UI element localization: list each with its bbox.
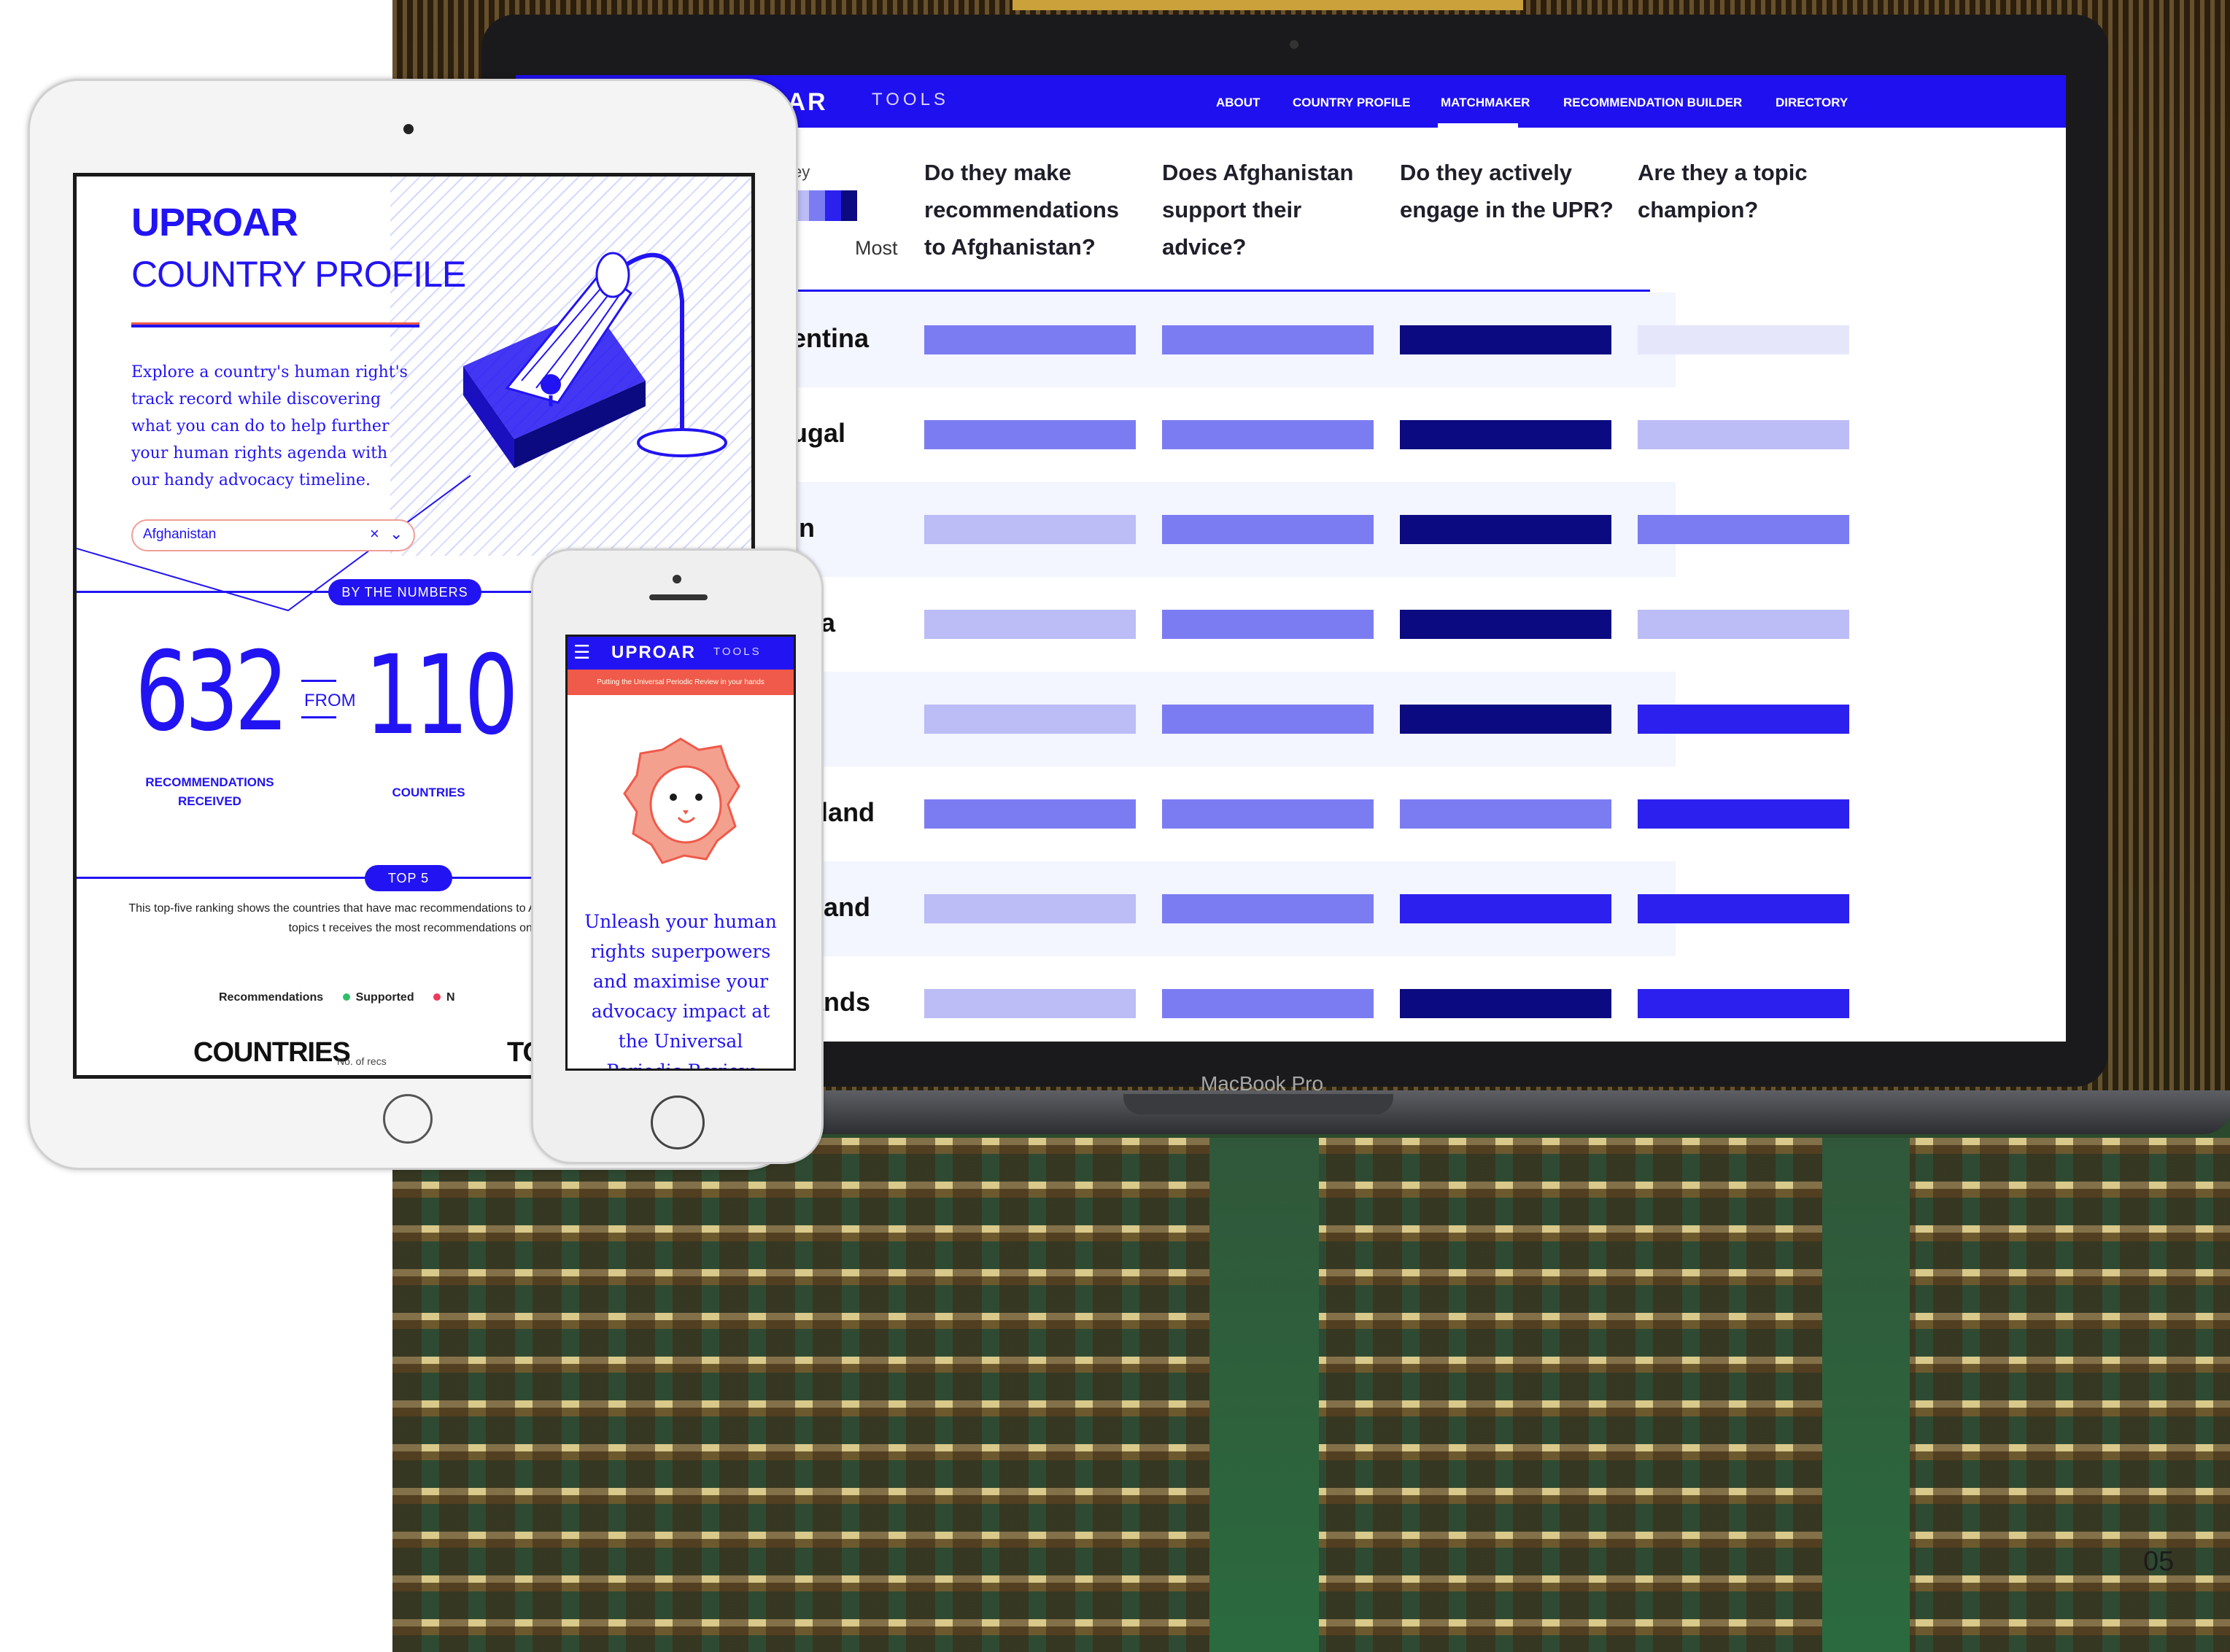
score-bar [1638,515,1849,544]
recommendations-label: RECOMMENDATIONS RECEIVED [131,773,288,811]
tablet-page-title: COUNTRY PROFILE [131,254,466,295]
laptop-camera [1290,40,1298,49]
score-bar [924,989,1136,1018]
country-select-value: Afghanistan [143,527,217,542]
score-bar [1162,610,1374,639]
score-bar [1162,515,1374,544]
phone-nav-bar: ☰ UPROAR TOOLS [568,637,794,670]
from-rule-bottom [301,716,336,718]
score-bar [1400,610,1611,639]
score-bar [1162,420,1374,449]
phone-home-button[interactable] [651,1095,705,1149]
score-bar [1638,989,1849,1018]
by-the-numbers-pill: BY THE NUMBERS [328,579,481,605]
phone-tools-label: TOOLS [713,645,762,658]
score-bar [1162,894,1374,923]
from-label: FROM [304,691,356,710]
phone-logo[interactable]: UPROAR [611,643,696,663]
score-bar [1400,420,1611,449]
score-bar [1400,515,1611,544]
phone-banner: Putting the Universal Periodic Review in… [568,670,794,695]
recommendations-label-line-1: RECOMMENDATIONS [145,775,274,789]
score-bar [1638,705,1849,734]
page-number: 05 [2143,1546,2175,1577]
country-name[interactable]: entina [791,323,869,354]
tablet-description: Explore a country's human right's track … [131,363,408,489]
tablet-home-button[interactable] [383,1094,433,1144]
title-rule [131,322,419,327]
countries-count: 110 [365,632,519,759]
lion-mascot-illustration [623,737,740,864]
score-bar [924,325,1136,354]
noted-dot-icon [433,993,441,1001]
laptop-hinge-notch [1123,1094,1393,1114]
score-bar [1162,705,1374,734]
countries-heading: COUNTRIES [193,1037,351,1068]
score-bar [924,610,1136,639]
score-bar [1638,799,1849,829]
score-bar [1638,325,1849,354]
country-name[interactable]: ugal [791,418,845,449]
score-bar [924,705,1136,734]
score-bar [1400,705,1611,734]
recommendations-label-line-2: RECEIVED [178,794,241,808]
gold-trim [1013,0,1523,10]
legend-noted: N [446,991,455,1004]
score-bar [1400,894,1611,923]
chevron-down-icon[interactable]: ⌄ [390,524,403,543]
aisle-right [1822,1138,1910,1652]
aisle-left [1209,1138,1319,1652]
score-bar [1162,325,1374,354]
score-bar [1400,989,1611,1018]
phone-speaker [649,594,708,600]
clear-icon[interactable]: × [370,524,379,543]
phone-camera [673,575,681,583]
score-bar [1638,894,1849,923]
top5-pill: TOP 5 [365,865,452,891]
tablet-brand: UPROAR [131,201,298,244]
recommendations-count: 632 [135,629,289,756]
tablet-camera [403,124,414,134]
phone-tagline: Unleash your human rights superpowers an… [584,911,777,1069]
legend-recommendations: Recommendations [219,991,324,1004]
from-rule-top [301,680,336,682]
score-bar [924,799,1136,829]
score-bar [1400,799,1611,829]
country-select[interactable]: Afghanistan × ⌄ [131,519,415,551]
score-bar [924,894,1136,923]
score-bar [924,515,1136,544]
score-bar [1162,989,1374,1018]
no-of-recs-label: No. of recs [337,1055,387,1067]
score-bar [1638,420,1849,449]
score-bar [1400,325,1611,354]
score-bar [1638,610,1849,639]
score-bar [924,420,1136,449]
phone-screen: ☰ UPROAR TOOLS Putting the Universal Per… [565,635,796,1071]
supported-dot-icon [342,993,350,1001]
laptop-brand-label: MacBook Pro [1200,1072,1324,1095]
countries-label: COUNTRIES [392,786,465,799]
chart-legend: Recommendations Supported N [219,991,455,1004]
legend-supported: Supported [355,991,414,1004]
menu-icon[interactable]: ☰ [573,641,590,664]
score-bar [1162,799,1374,829]
